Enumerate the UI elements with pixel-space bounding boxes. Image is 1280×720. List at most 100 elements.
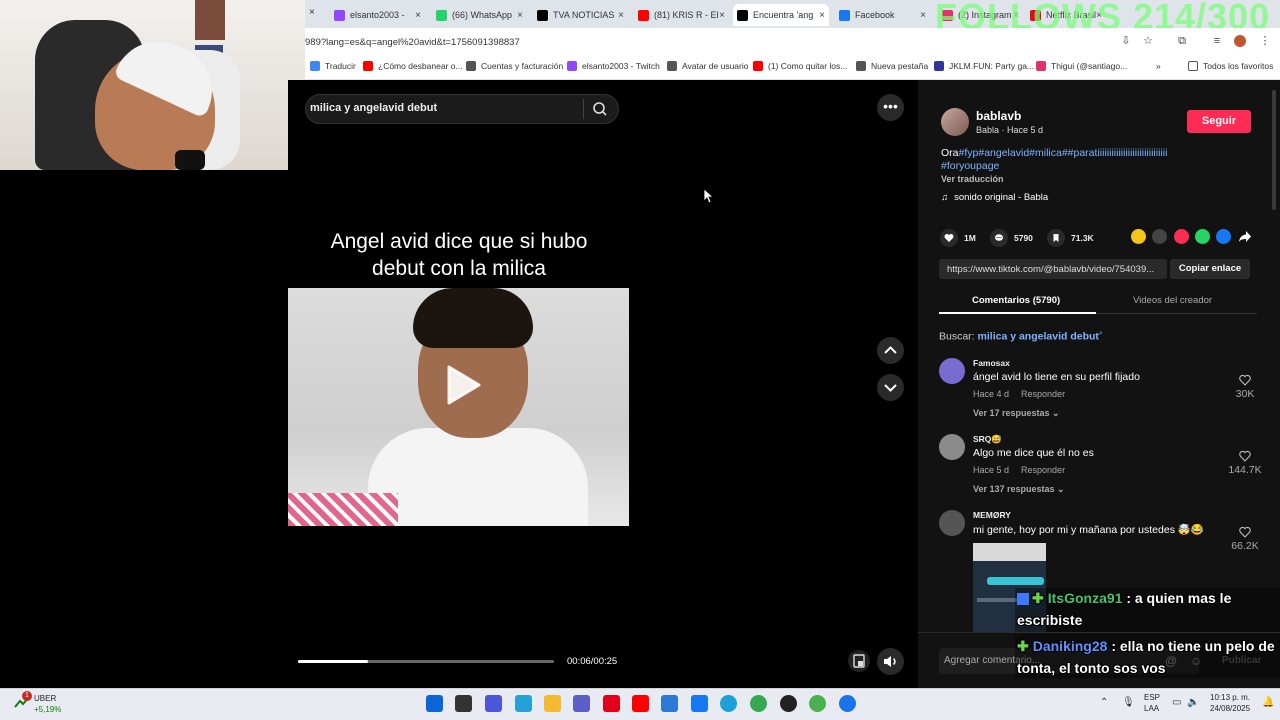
browser-tab[interactable]: (81) KRIS R - El × [634, 4, 729, 26]
tab-close-icon[interactable]: × [719, 10, 725, 21]
bookmark-item[interactable]: ¿Cómo desbanear o... [363, 61, 463, 71]
profile-avatar-icon[interactable] [1234, 35, 1246, 47]
comment-like-icon[interactable] [1239, 526, 1251, 538]
store-icon[interactable] [661, 695, 678, 712]
send-icon[interactable] [1174, 229, 1189, 244]
opera-icon[interactable] [603, 695, 620, 712]
view-replies-link[interactable]: Ver 17 respuestas ⌄ [973, 408, 1060, 419]
copilot-icon[interactable] [515, 695, 532, 712]
hashtag-link[interactable]: #foryoupage [941, 160, 999, 172]
media-control-icon[interactable]: ≡ [1211, 35, 1223, 47]
obs-icon[interactable] [780, 695, 797, 712]
next-video-button[interactable] [877, 374, 904, 401]
volume-button[interactable] [877, 648, 904, 675]
related-search[interactable]: Buscar: milica y angelavid debut⌕ [939, 330, 1103, 343]
comment-username[interactable]: MEMØRY [973, 510, 1011, 520]
bookmark-item[interactable]: JKLM.FUN: Party ga... [934, 61, 1034, 71]
notifications-icon[interactable]: 🔔 [1262, 697, 1274, 708]
tab-close-icon[interactable]: × [309, 7, 315, 18]
language-indicator[interactable]: ESP [1144, 693, 1160, 702]
video-frame[interactable] [288, 288, 629, 526]
meet-icon[interactable] [485, 695, 502, 712]
bookmark-star-icon[interactable]: ☆ [1142, 35, 1154, 47]
comment-like-icon[interactable] [1239, 374, 1251, 386]
chrome-icon[interactable] [750, 695, 767, 712]
tab-close-icon[interactable]: × [415, 10, 421, 21]
extensions-icon[interactable]: ⧉ [1176, 35, 1188, 47]
comment-like-icon[interactable] [1239, 450, 1251, 462]
whatsapp-share-icon[interactable] [1195, 229, 1210, 244]
youtube-app-icon[interactable] [632, 695, 649, 712]
tab-close-icon[interactable]: × [819, 10, 825, 21]
comment-avatar[interactable] [939, 434, 965, 460]
facebook-app-icon[interactable] [691, 695, 708, 712]
bookmark-item[interactable]: Cuentas y facturación [466, 61, 563, 71]
language-indicator-sub[interactable]: LAA [1144, 704, 1159, 713]
teams-icon[interactable] [573, 695, 590, 712]
share-link-text[interactable]: https://www.tiktok.com/@bablavb/video/75… [947, 264, 1165, 275]
clock-time[interactable]: 10:13 p. m. [1210, 693, 1250, 702]
panel-scrollbar[interactable] [1272, 90, 1276, 210]
play-icon[interactable] [445, 365, 481, 405]
reply-link[interactable]: Responder [1021, 389, 1065, 399]
share-arrow-icon[interactable] [1238, 229, 1252, 244]
hashtag-link[interactable]: iiiiiiiiiiiiiiiiiiiiiiiiiiiii [1100, 147, 1168, 159]
tray-overflow-icon[interactable]: ⌃ [1100, 697, 1108, 708]
browser-tab[interactable]: TVA NOTICIAS × [533, 4, 628, 26]
clock-date[interactable]: 24/08/2025 [1210, 704, 1250, 713]
network-icon[interactable]: ▭ [1172, 697, 1181, 708]
stock-name[interactable]: UBER [34, 694, 56, 703]
comment-button[interactable]: 5790 [990, 229, 1033, 247]
install-icon[interactable]: ⇩ [1120, 35, 1132, 47]
tab-close-icon[interactable]: × [920, 10, 926, 21]
save-button[interactable]: 71.3K [1047, 229, 1094, 247]
related-search-query[interactable]: milica y angelavid debut [978, 331, 1099, 343]
bookmark-item[interactable]: elsanto2003 - Twitch [567, 61, 660, 71]
volume-tray-icon[interactable]: 🔈 [1187, 697, 1199, 708]
file-explorer-icon[interactable] [544, 695, 561, 712]
reply-link[interactable]: Responder [1021, 465, 1065, 475]
browser-tab[interactable]: Facebook × [835, 4, 930, 26]
url-text[interactable]: 989?lang=es&q=angel%20avid&t=17560913988… [305, 37, 520, 48]
browser-tab[interactable]: elsanto2003 - × [330, 4, 425, 26]
bookmarks-more-icon[interactable]: » [1156, 61, 1161, 71]
facebook-share-icon[interactable] [1216, 229, 1231, 244]
microphone-icon[interactable]: 🎙 [1122, 697, 1135, 708]
task-view-icon[interactable] [455, 695, 472, 712]
bookmark-item[interactable]: Avatar de usuario [667, 61, 748, 71]
copy-link-button[interactable]: Copiar enlace [1170, 259, 1250, 279]
tab-close-icon[interactable]: × [618, 10, 624, 21]
view-replies-link[interactable]: Ver 137 respuestas ⌄ [973, 484, 1065, 495]
bookmark-item[interactable]: Nueva pestaña [856, 61, 928, 71]
music-link[interactable]: ♫ sonido original - Babla [941, 192, 1048, 203]
comment-username[interactable]: SRQ😅 [973, 434, 1002, 445]
see-translation-link[interactable]: Ver traducción [941, 174, 1004, 184]
search-query-text[interactable]: milica y angelavid debut [310, 102, 437, 114]
browser-tab[interactable]: (66) WhatsApp × [432, 4, 527, 26]
more-options-button[interactable]: ••• [877, 94, 904, 121]
chrome-profile-icon[interactable] [809, 695, 826, 712]
video-progress-fill[interactable] [298, 660, 368, 663]
browser-menu-icon[interactable]: ⋮ [1259, 35, 1271, 47]
tab-creator-videos[interactable]: Videos del creador [1133, 295, 1212, 306]
picture-in-picture-button[interactable] [848, 650, 870, 672]
like-button[interactable]: 1M [940, 229, 976, 247]
bookmark-item[interactable]: (1) Como quitar los... [753, 61, 847, 71]
comment-avatar[interactable] [939, 510, 965, 536]
creator-avatar[interactable] [941, 108, 969, 136]
repost-icon[interactable] [1131, 229, 1146, 244]
previous-video-button[interactable] [877, 337, 904, 364]
tab-comments[interactable]: Comentarios (5790) [972, 295, 1060, 306]
chrome-alt-icon[interactable] [839, 695, 856, 712]
embed-icon[interactable] [1152, 229, 1167, 244]
search-icon[interactable] [592, 101, 608, 117]
edge-icon[interactable] [720, 695, 737, 712]
windows-start-icon[interactable] [426, 695, 443, 712]
comment-avatar[interactable] [939, 358, 965, 384]
creator-name[interactable]: bablavb [976, 109, 1021, 123]
comment-username[interactable]: Famosax [973, 358, 1010, 368]
bookmark-item[interactable]: Thigui (@santiago... [1036, 61, 1127, 71]
all-favorites[interactable]: Todos los favoritos [1188, 61, 1273, 71]
follow-button[interactable]: Seguir [1187, 110, 1251, 133]
browser-tab[interactable]: Encuentra 'ang × [733, 4, 829, 26]
